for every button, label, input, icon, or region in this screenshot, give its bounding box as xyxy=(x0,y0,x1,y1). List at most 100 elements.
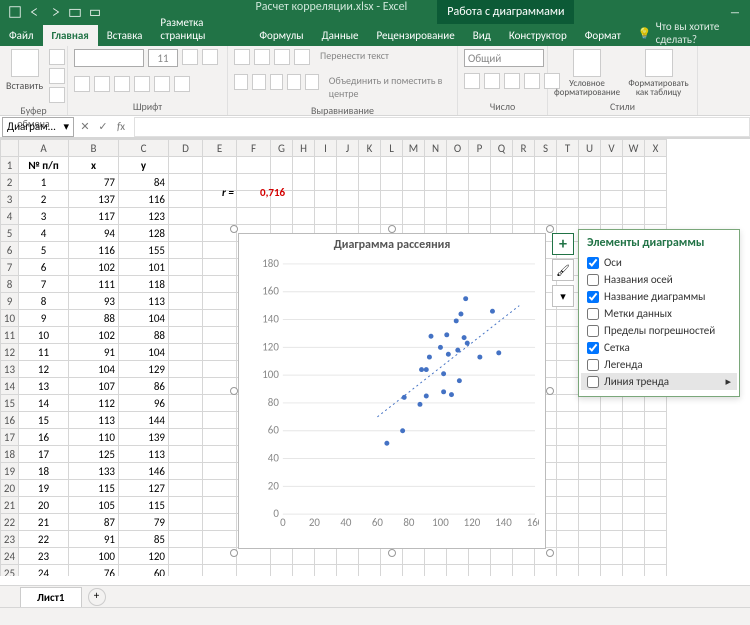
comma-icon[interactable] xyxy=(504,73,520,89)
align-middle-icon[interactable] xyxy=(254,49,270,65)
currency-icon[interactable] xyxy=(464,73,480,89)
col-header[interactable]: K xyxy=(359,140,381,157)
bold-icon[interactable] xyxy=(74,76,90,92)
tab-home[interactable]: Главная xyxy=(43,25,98,46)
tab-data[interactable]: Данные xyxy=(313,25,368,46)
merge-center-button[interactable]: Объединить и поместить в центре xyxy=(329,74,451,100)
scatter-chart[interactable]: Диаграмма рассеяния 02040608010012014016… xyxy=(238,233,546,549)
tab-file[interactable]: Файл xyxy=(0,25,43,46)
tab-view[interactable]: Вид xyxy=(464,25,500,46)
tell-me[interactable]: 💡 Что вы хотите сделать? xyxy=(638,20,750,46)
col-header[interactable]: T xyxy=(557,140,579,157)
col-header[interactable]: P xyxy=(469,140,491,157)
indent-dec-icon[interactable] xyxy=(287,74,301,90)
col-header[interactable]: N xyxy=(425,140,447,157)
chevron-down-icon[interactable]: ▾ xyxy=(63,120,69,133)
align-center-icon[interactable] xyxy=(252,74,266,90)
underline-icon[interactable] xyxy=(114,76,130,92)
chevron-right-icon[interactable]: ▸ xyxy=(725,375,731,388)
chk-axes[interactable]: Оси xyxy=(587,254,731,271)
formula-bar[interactable] xyxy=(134,117,750,137)
col-header[interactable]: H xyxy=(293,140,315,157)
chart-styles-button[interactable]: 🖌 xyxy=(552,259,574,281)
chart-filters-button[interactable]: ▾ xyxy=(552,285,574,307)
font-size-select[interactable] xyxy=(148,49,178,67)
copy-icon[interactable] xyxy=(49,68,65,84)
new-sheet-button[interactable]: + xyxy=(88,588,106,606)
tab-page-layout[interactable]: Разметка страницы xyxy=(151,12,250,46)
chk-error-bars[interactable]: Пределы погрешностей xyxy=(587,322,731,339)
chart-plot-area[interactable]: 0204060801001201401601800204060801001201… xyxy=(261,258,539,530)
col-header[interactable]: O xyxy=(447,140,469,157)
border-icon[interactable] xyxy=(134,76,150,92)
cut-icon[interactable] xyxy=(49,49,65,65)
sheet-tab-1[interactable]: Лист1 xyxy=(20,587,82,607)
increase-font-icon[interactable] xyxy=(182,49,198,65)
col-header[interactable]: Q xyxy=(491,140,513,157)
col-header[interactable]: V xyxy=(601,140,623,157)
font-color-icon[interactable] xyxy=(174,76,190,92)
percent-icon[interactable] xyxy=(484,73,500,89)
conditional-format-button[interactable]: Условное форматирование xyxy=(554,49,620,97)
col-header[interactable]: D xyxy=(169,140,203,157)
tab-insert[interactable]: Вставка xyxy=(98,25,152,46)
tab-chart-design[interactable]: Конструктор xyxy=(500,25,576,46)
redo-icon[interactable] xyxy=(48,5,62,19)
worksheet-grid[interactable]: ABCDEFGHIJKLMNOPQRSTUVWX1№ п/пxy21778432… xyxy=(0,138,750,576)
wrap-text-button[interactable]: Перенести текст xyxy=(320,49,389,65)
name-box[interactable]: Диаграм...▾ xyxy=(2,117,74,137)
format-as-table-button[interactable]: Форматировать как таблицу xyxy=(626,49,691,97)
enter-formula-icon[interactable]: ✓ xyxy=(94,120,112,133)
col-header[interactable]: A xyxy=(19,140,69,157)
fx-icon[interactable]: fx xyxy=(112,120,130,133)
orientation-icon[interactable] xyxy=(294,49,310,65)
align-bottom-icon[interactable] xyxy=(274,49,290,65)
cancel-formula-icon[interactable]: ✕ xyxy=(76,120,94,133)
tab-chart-format[interactable]: Формат xyxy=(576,25,630,46)
chk-legend[interactable]: Легенда xyxy=(587,356,731,373)
col-header[interactable]: W xyxy=(623,140,645,157)
minimize-icon[interactable]: — xyxy=(730,6,740,19)
col-header[interactable]: C xyxy=(119,140,169,157)
undo-icon[interactable] xyxy=(28,5,42,19)
tab-review[interactable]: Рецензирование xyxy=(368,25,464,46)
col-header[interactable]: I xyxy=(315,140,337,157)
col-header[interactable]: E xyxy=(203,140,237,157)
save-icon[interactable] xyxy=(8,5,22,19)
col-header[interactable]: X xyxy=(645,140,667,157)
chk-trendline[interactable]: Линия тренда▸ xyxy=(581,373,737,390)
number-format-select[interactable] xyxy=(464,49,544,67)
svg-text:40: 40 xyxy=(268,452,280,465)
decrease-font-icon[interactable] xyxy=(202,49,218,65)
col-header[interactable]: R xyxy=(513,140,535,157)
col-header[interactable]: J xyxy=(337,140,359,157)
col-header[interactable]: L xyxy=(381,140,403,157)
format-painter-icon[interactable] xyxy=(49,87,65,103)
align-top-icon[interactable] xyxy=(234,49,250,65)
chk-data-labels[interactable]: Метки данных xyxy=(587,305,731,322)
col-header[interactable]: G xyxy=(271,140,293,157)
chk-chart-title[interactable]: Название диаграммы xyxy=(587,288,731,305)
align-right-icon[interactable] xyxy=(270,74,284,90)
col-header[interactable]: S xyxy=(535,140,557,157)
document-title: Расчет корреляции.xlsx - Excel xyxy=(256,0,408,24)
inc-decimal-icon[interactable] xyxy=(524,73,540,89)
font-family-select[interactable] xyxy=(74,49,144,67)
indent-inc-icon[interactable] xyxy=(305,74,319,90)
svg-text:20: 20 xyxy=(309,516,321,529)
open-icon[interactable] xyxy=(68,5,82,19)
italic-icon[interactable] xyxy=(94,76,110,92)
tab-formulas[interactable]: Формулы xyxy=(250,25,312,46)
col-header[interactable]: B xyxy=(69,140,119,157)
print-icon[interactable] xyxy=(88,5,102,19)
chk-axis-titles[interactable]: Названия осей xyxy=(587,271,731,288)
col-header[interactable]: U xyxy=(579,140,601,157)
chk-gridlines[interactable]: Сетка xyxy=(587,339,731,356)
chart-elements-button[interactable]: + xyxy=(552,233,574,255)
col-header[interactable]: M xyxy=(403,140,425,157)
paste-button[interactable]: Вставить xyxy=(6,49,43,92)
chart-title[interactable]: Диаграмма рассеяния xyxy=(239,234,545,256)
align-left-icon[interactable] xyxy=(234,74,248,90)
col-header[interactable]: F xyxy=(237,140,271,157)
fill-color-icon[interactable] xyxy=(154,76,170,92)
